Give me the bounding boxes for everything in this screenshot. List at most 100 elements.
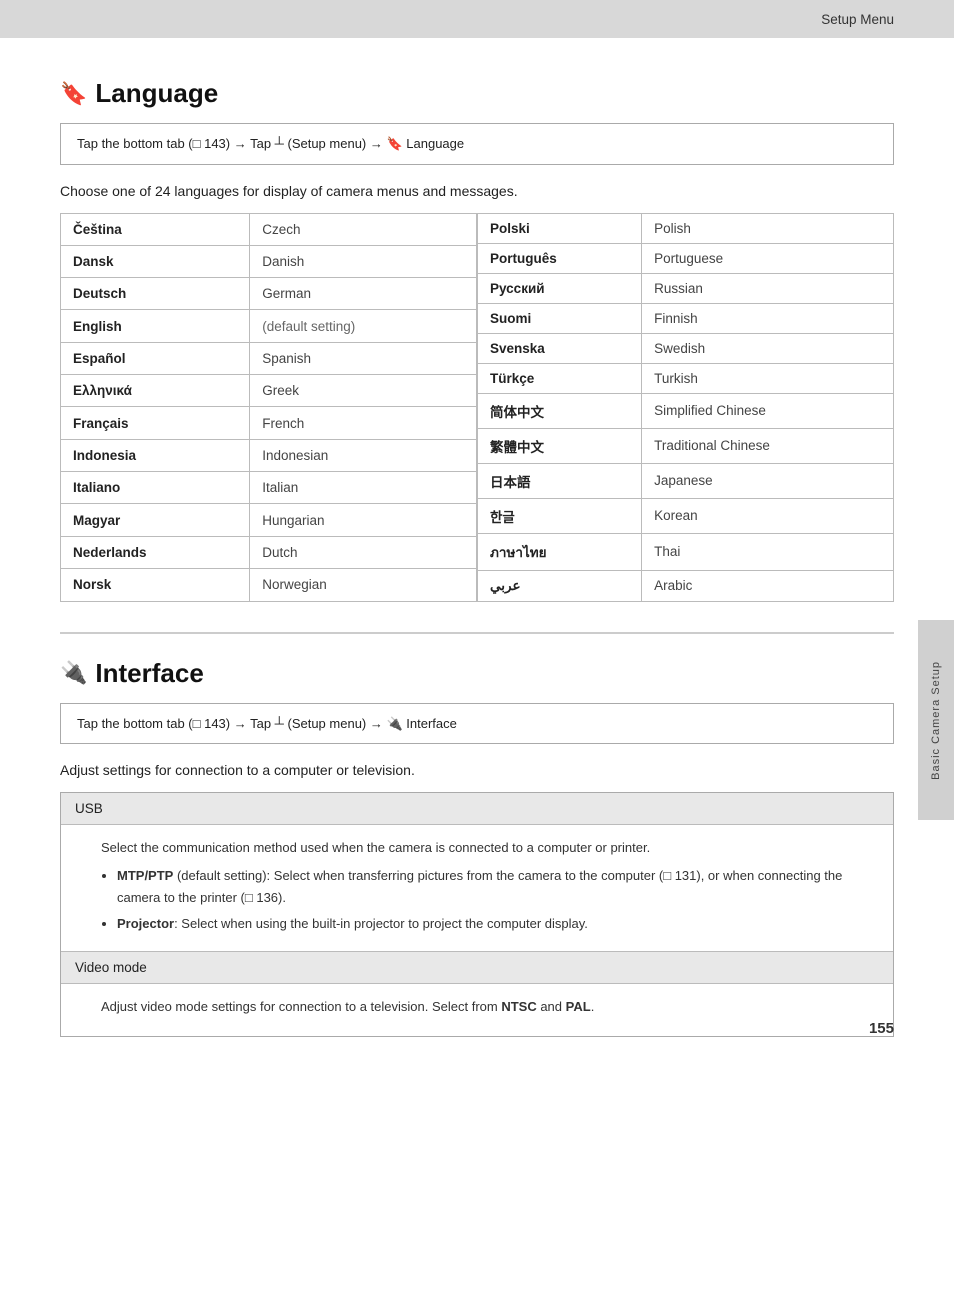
language-row: 简体中文Simplified Chinese (478, 393, 894, 428)
language-english: Thai (642, 533, 894, 570)
interface-heading: 🔌 Interface (60, 658, 894, 689)
language-english: Japanese (642, 463, 894, 498)
main-content: 🔖 Language Tap the bottom tab (□ 143) → … (0, 38, 954, 1067)
language-english: Simplified Chinese (642, 393, 894, 428)
language-native: Dansk (61, 245, 250, 277)
language-native: Magyar (61, 504, 250, 536)
interface-settings: USB Select the communication method used … (60, 792, 894, 1037)
language-english: Portuguese (642, 243, 894, 273)
language-native: Italiano (61, 472, 250, 504)
settings-list-item: MTP/PTP (default setting): Select when t… (117, 865, 879, 909)
page-number: 155 (869, 1020, 894, 1037)
language-row: PortuguêsPortuguese (478, 243, 894, 273)
side-tab-label: Basic Camera Setup (930, 661, 942, 780)
language-english: Spanish (250, 342, 477, 374)
interface-description: Adjust settings for connection to a comp… (60, 762, 894, 778)
language-native: Indonesia (61, 439, 250, 471)
settings-video-text: Adjust video mode settings for connectio… (101, 996, 879, 1018)
language-native: Ελληνικά (61, 375, 250, 407)
page: Setup Menu Basic Camera Setup 🔖 Language… (0, 0, 954, 1067)
language-tables: ČeštinaCzechDanskDanishDeutschGermanEngl… (60, 213, 894, 602)
settings-list-item: Projector: Select when using the built-i… (117, 913, 879, 935)
interface-instruction-text: Tap the bottom tab (□ 143) → Tap ┴ (Setu… (77, 716, 457, 731)
language-native: Español (61, 342, 250, 374)
language-native: 한글 (478, 498, 642, 533)
language-row: NorskNorwegian (61, 569, 477, 601)
language-icon: 🔖 (60, 81, 87, 107)
language-english: Danish (250, 245, 477, 277)
interface-title: Interface (95, 658, 203, 689)
language-native: Deutsch (61, 278, 250, 310)
language-row: РусскийRussian (478, 273, 894, 303)
language-description: Choose one of 24 languages for display o… (60, 183, 894, 199)
language-table-right: PolskiPolishPortuguêsPortugueseРусскийRu… (477, 213, 894, 602)
language-row: ItalianoItalian (61, 472, 477, 504)
language-native: Svenska (478, 333, 642, 363)
top-bar-title: Setup Menu (821, 12, 894, 27)
language-english: Arabic (642, 570, 894, 601)
language-heading: 🔖 Language (60, 78, 894, 109)
language-row: MagyarHungarian (61, 504, 477, 536)
language-english: Indonesian (250, 439, 477, 471)
interface-icon: 🔌 (60, 660, 87, 686)
language-english: Hungarian (250, 504, 477, 536)
language-native: 简体中文 (478, 393, 642, 428)
language-native: 繁體中文 (478, 428, 642, 463)
language-english: Korean (642, 498, 894, 533)
language-row: IndonesiaIndonesian (61, 439, 477, 471)
language-native: Türkçe (478, 363, 642, 393)
language-english: Finnish (642, 303, 894, 333)
language-row: DanskDanish (61, 245, 477, 277)
language-english: Turkish (642, 363, 894, 393)
language-row: ภาษาไทยThai (478, 533, 894, 570)
language-row: English(default setting) (61, 310, 477, 342)
language-row: 日本語Japanese (478, 463, 894, 498)
language-row: ΕλληνικάGreek (61, 375, 477, 407)
language-english: (default setting) (250, 310, 477, 342)
language-row: EspañolSpanish (61, 342, 477, 374)
language-row: TürkçeTurkish (478, 363, 894, 393)
language-native: عربي (478, 570, 642, 601)
language-native: Nederlands (61, 536, 250, 568)
language-native: 日本語 (478, 463, 642, 498)
settings-bullet-label: MTP/PTP (117, 868, 173, 883)
language-native: Português (478, 243, 642, 273)
language-row: SuomiFinnish (478, 303, 894, 333)
settings-intro: Select the communication method used whe… (101, 837, 879, 859)
side-tab: Basic Camera Setup (918, 620, 954, 820)
language-english: Italian (250, 472, 477, 504)
language-english: Swedish (642, 333, 894, 363)
settings-header: USB (61, 793, 893, 825)
language-english: Russian (642, 273, 894, 303)
interface-instruction: Tap the bottom tab (□ 143) → Tap ┴ (Setu… (60, 703, 894, 745)
language-row: FrançaisFrench (61, 407, 477, 439)
settings-body: Select the communication method used whe… (61, 825, 893, 952)
language-english: Polish (642, 213, 894, 243)
language-row: SvenskaSwedish (478, 333, 894, 363)
language-english: Greek (250, 375, 477, 407)
section-divider (60, 632, 894, 634)
language-english: Norwegian (250, 569, 477, 601)
language-native: ภาษาไทย (478, 533, 642, 570)
settings-header: Video mode (61, 952, 893, 984)
language-table-left: ČeštinaCzechDanskDanishDeutschGermanEngl… (60, 213, 477, 602)
language-native: Русский (478, 273, 642, 303)
pal-label: PAL (566, 999, 591, 1014)
language-english: Dutch (250, 536, 477, 568)
language-native: English (61, 310, 250, 342)
language-row: NederlandsDutch (61, 536, 477, 568)
language-native: Français (61, 407, 250, 439)
settings-bullet-label: Projector (117, 916, 174, 931)
language-row: ČeštinaCzech (61, 213, 477, 245)
language-instruction: Tap the bottom tab (□ 143) → Tap ┴ (Setu… (60, 123, 894, 165)
language-native: Polski (478, 213, 642, 243)
language-title: Language (95, 78, 218, 109)
language-instruction-text: Tap the bottom tab (□ 143) → Tap ┴ (Setu… (77, 136, 464, 151)
language-row: DeutschGerman (61, 278, 477, 310)
language-row: 한글Korean (478, 498, 894, 533)
ntsc-label: NTSC (501, 999, 536, 1014)
language-row: PolskiPolish (478, 213, 894, 243)
top-bar: Setup Menu (0, 0, 954, 38)
language-native: Suomi (478, 303, 642, 333)
settings-body: Adjust video mode settings for connectio… (61, 984, 893, 1036)
